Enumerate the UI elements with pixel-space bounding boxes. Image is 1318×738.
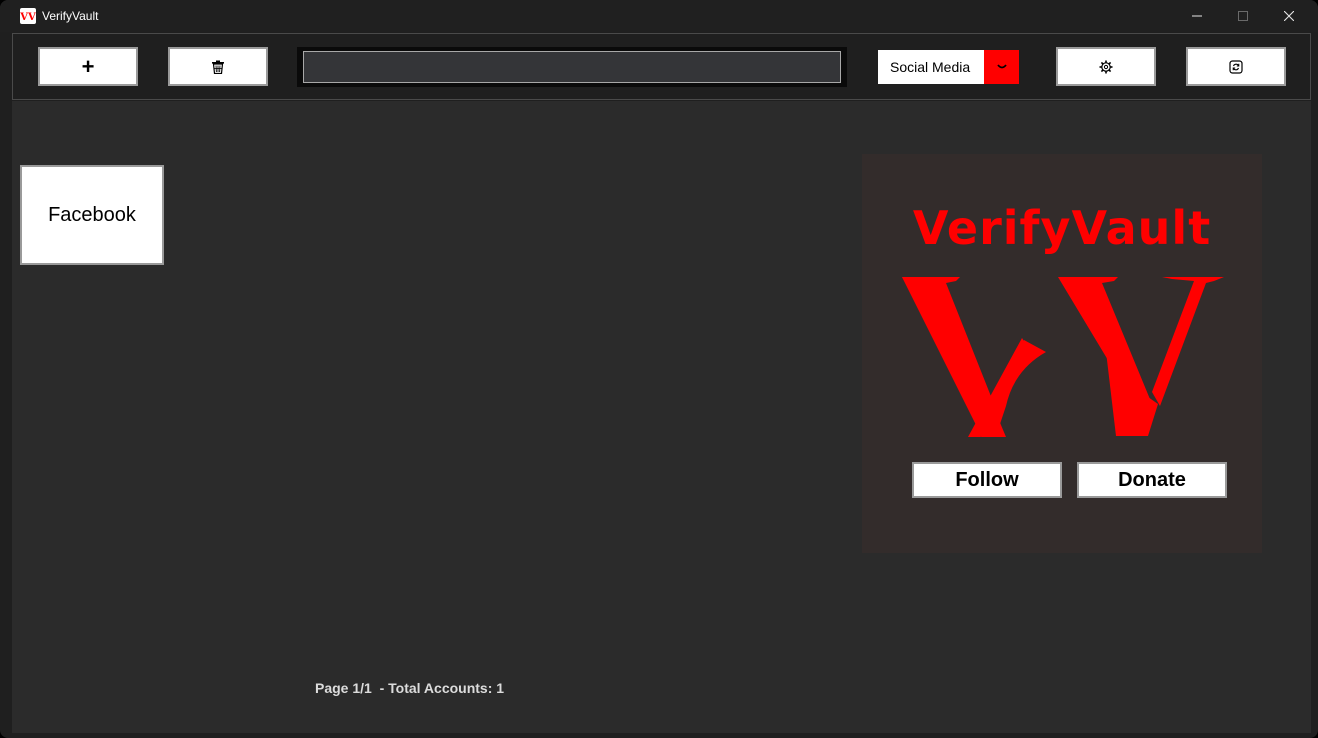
- donate-button[interactable]: Donate: [1077, 462, 1227, 498]
- minimize-button[interactable]: [1174, 0, 1220, 32]
- search-input[interactable]: [303, 51, 841, 83]
- category-selected-value: Social Media: [890, 59, 971, 75]
- settings-button[interactable]: [1056, 47, 1156, 86]
- maximize-button[interactable]: [1220, 0, 1266, 32]
- plus-icon: +: [81, 53, 95, 79]
- app-window: VV VerifyVault + Social Media Facebook V…: [0, 0, 1318, 738]
- donate-button-label: Donate: [1118, 468, 1186, 491]
- trash-icon: [212, 60, 224, 74]
- delete-account-button[interactable]: [168, 47, 268, 86]
- maximize-icon: [1238, 11, 1248, 21]
- pagination-status: Page 1/1 - Total Accounts: 1: [315, 680, 505, 696]
- promo-panel: VerifyVault Follow Donate: [862, 154, 1262, 553]
- dropdown-arrow-button[interactable]: [984, 50, 1019, 84]
- title-bar: VV VerifyVault: [0, 0, 1318, 32]
- account-tile-facebook[interactable]: Facebook: [20, 165, 164, 265]
- add-account-button[interactable]: +: [38, 47, 138, 86]
- window-title: VerifyVault: [42, 9, 99, 23]
- main-content: Facebook VerifyVault Follow Donate Page …: [12, 101, 1311, 733]
- app-logo-icon: VV: [20, 8, 36, 24]
- follow-button[interactable]: Follow: [912, 462, 1062, 498]
- refresh-button[interactable]: [1186, 47, 1286, 86]
- toolbar: + Social Media: [12, 33, 1311, 100]
- gear-icon: [1099, 60, 1113, 73]
- close-button[interactable]: [1266, 0, 1312, 32]
- account-tile-label: Facebook: [48, 203, 136, 226]
- vv-logo-icon: [902, 277, 1224, 437]
- promo-wordmark: VerifyVault: [912, 201, 1212, 255]
- chevron-down-icon: [996, 64, 1007, 69]
- search-box: [297, 47, 847, 87]
- refresh-icon: [1229, 59, 1243, 74]
- category-dropdown[interactable]: Social Media: [878, 50, 1019, 84]
- svg-text:VV: VV: [20, 12, 36, 23]
- close-icon: [1284, 11, 1294, 21]
- minimize-icon: [1192, 15, 1202, 17]
- follow-button-label: Follow: [955, 468, 1019, 491]
